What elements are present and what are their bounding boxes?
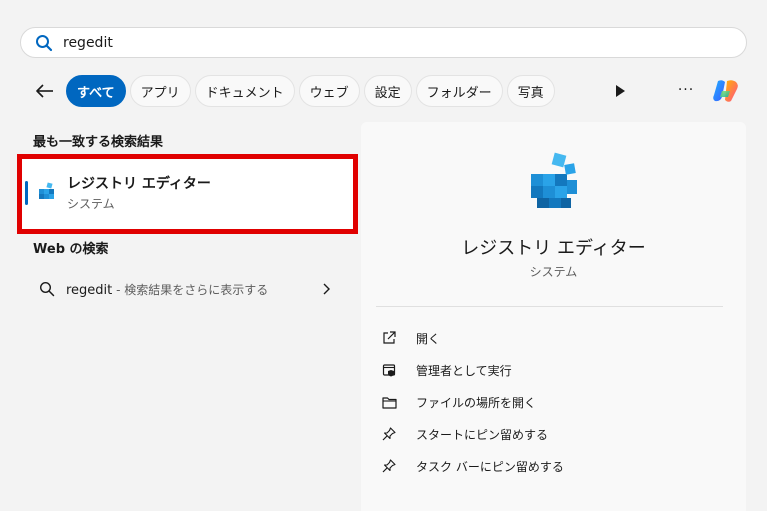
folder-icon	[381, 394, 397, 410]
tab-folders[interactable]: フォルダー	[415, 75, 503, 107]
chevron-right-icon	[323, 283, 330, 295]
action-pin-to-start[interactable]: スタートにピン留めする	[381, 418, 564, 450]
detail-subtitle: システム	[529, 265, 578, 279]
action-label: 管理者として実行	[416, 363, 512, 378]
action-label: スタートにピン留めする	[416, 427, 549, 442]
action-open[interactable]: 開く	[381, 322, 564, 354]
filter-tabs: すべて アプリ ドキュメント ウェブ 設定 フォルダー 写真	[66, 75, 555, 107]
search-icon	[39, 281, 55, 297]
best-match-heading: 最も一致する検索結果	[33, 135, 164, 150]
action-label: ファイルの場所を開く	[416, 395, 537, 410]
open-external-icon	[381, 330, 397, 346]
action-list: 開く 管理者として実行 ファイルの場所を開く スタートにピン留めする タスク バ…	[381, 322, 564, 482]
action-label: タスク バーにピン留めする	[416, 459, 564, 474]
detail-title: レジストリ エディター	[461, 238, 646, 259]
copilot-icon	[713, 80, 738, 102]
back-button[interactable]	[34, 81, 56, 101]
selection-indicator	[25, 181, 28, 205]
search-bar[interactable]	[20, 27, 747, 58]
tab-apps[interactable]: アプリ	[129, 75, 191, 107]
pin-icon	[381, 458, 397, 474]
best-match-name: レジストリ エディター	[67, 176, 211, 192]
tab-documents[interactable]: ドキュメント	[194, 75, 295, 107]
more-options-button[interactable]: ···	[675, 79, 697, 101]
tab-all[interactable]: すべて	[66, 75, 126, 107]
more-filters-button[interactable]	[612, 83, 628, 99]
back-arrow-icon	[36, 84, 53, 98]
search-icon	[36, 34, 53, 51]
action-run-as-admin[interactable]: 管理者として実行	[381, 354, 564, 386]
registry-editor-icon	[39, 182, 54, 199]
web-search-heading: Web の検索	[33, 242, 109, 257]
tab-web[interactable]: ウェブ	[298, 75, 360, 107]
search-input[interactable]	[63, 34, 703, 51]
divider	[376, 306, 723, 307]
tab-photos[interactable]: 写真	[506, 75, 555, 107]
web-search-item[interactable]: regedit - 検索結果をさらに表示する	[22, 272, 353, 306]
registry-editor-large-icon	[531, 152, 577, 208]
copilot-button[interactable]	[710, 75, 742, 107]
action-label: 開く	[416, 331, 441, 346]
play-icon	[616, 85, 625, 97]
filter-row: すべて アプリ ドキュメント ウェブ 設定 フォルダー 写真 ···	[0, 73, 767, 109]
best-match-type: システム	[67, 197, 115, 211]
pin-icon	[381, 426, 397, 442]
action-open-file-location[interactable]: ファイルの場所を開く	[381, 386, 564, 418]
web-search-query: regedit	[66, 283, 113, 298]
shield-run-icon	[381, 362, 397, 378]
tab-settings[interactable]: 設定	[363, 75, 412, 107]
web-search-suffix: - 検索結果をさらに表示する	[112, 283, 269, 297]
web-search-text: regedit - 検索結果をさらに表示する	[66, 281, 268, 298]
action-pin-to-taskbar[interactable]: タスク バーにピン留めする	[381, 450, 564, 482]
detail-pane: レジストリ エディター システム 開く 管理者として実行 ファイルの場所を開く …	[361, 122, 746, 511]
best-match-item[interactable]: レジストリ エディター システム	[22, 159, 353, 229]
